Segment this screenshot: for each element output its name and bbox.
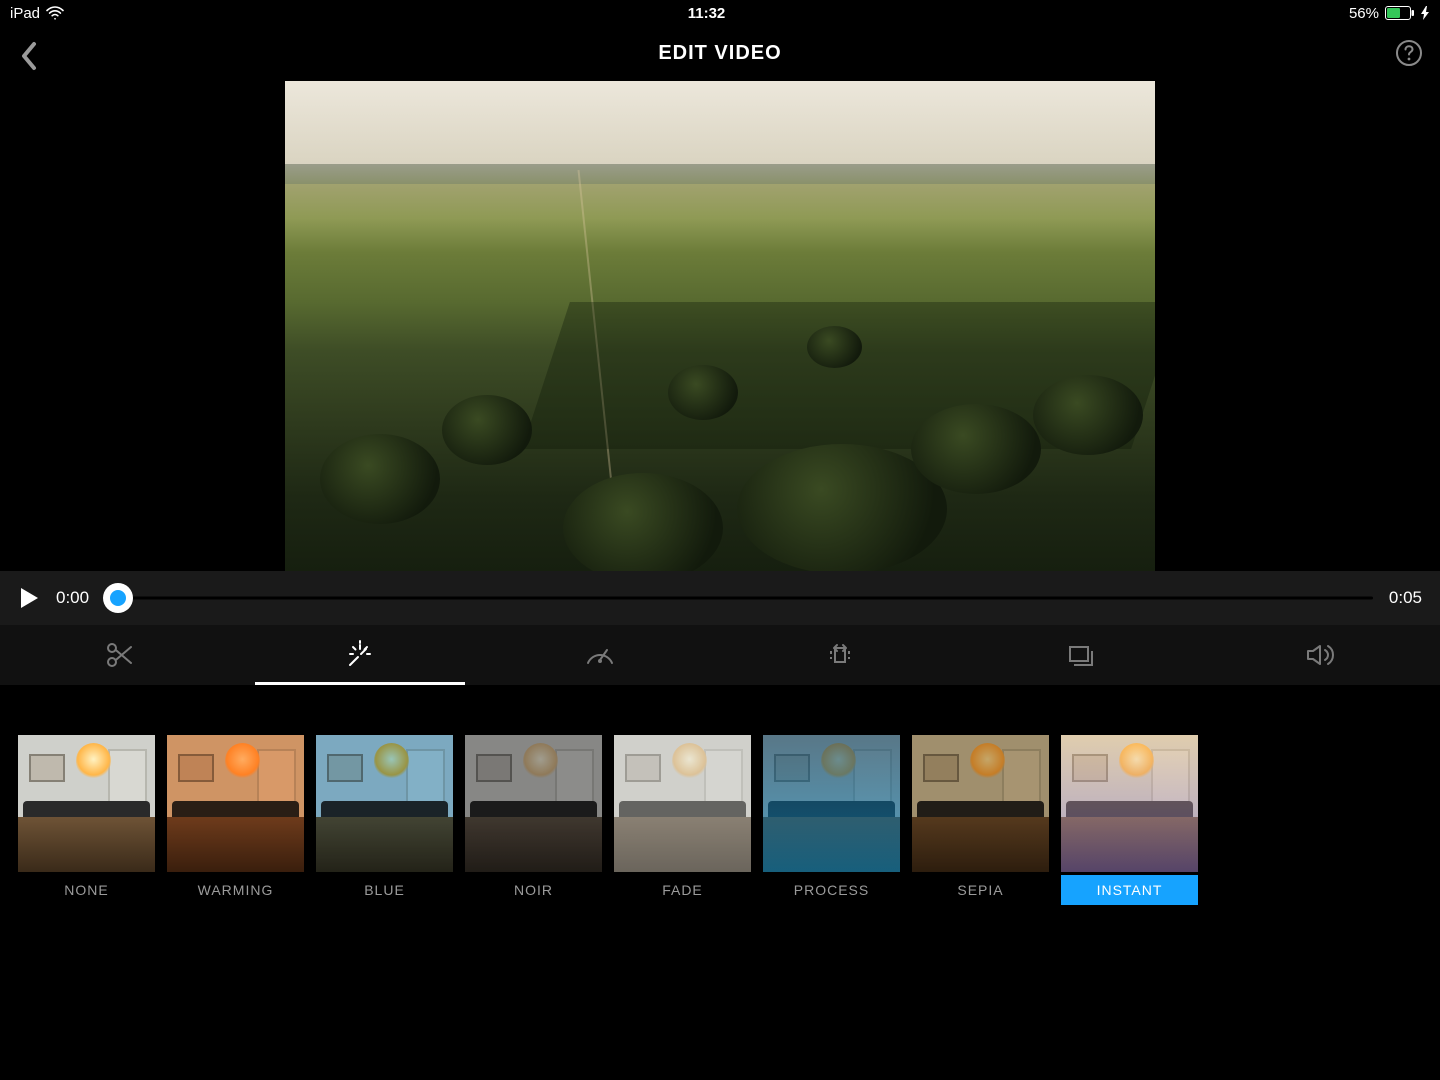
filter-label: SEPIA xyxy=(912,875,1049,905)
scrubber-thumb[interactable] xyxy=(103,583,133,613)
filter-label: PROCESS xyxy=(763,875,900,905)
filter-none[interactable]: NONE xyxy=(18,735,155,905)
filter-sepia[interactable]: SEPIA xyxy=(912,735,1049,905)
filter-label: FADE xyxy=(614,875,751,905)
filter-thumb xyxy=(614,735,751,872)
filter-blue[interactable]: BLUE xyxy=(316,735,453,905)
filter-thumb xyxy=(167,735,304,872)
filter-label: NOIR xyxy=(465,875,602,905)
tool-trim[interactable] xyxy=(0,625,240,685)
scrubber-track[interactable] xyxy=(105,589,1373,607)
filter-noir[interactable]: NOIR xyxy=(465,735,602,905)
clock: 11:32 xyxy=(688,5,726,22)
back-button[interactable] xyxy=(14,36,44,76)
filters-panel: NONE WARMING BLUE NOIR FADE PROCESS SEPIA INSTA… xyxy=(0,685,1440,1080)
video-preview-area xyxy=(0,81,1440,571)
time-current: 0:00 xyxy=(56,588,89,608)
tool-filters[interactable] xyxy=(240,625,480,685)
filter-warming[interactable]: WARMING xyxy=(167,735,304,905)
nav-header: EDIT VIDEO xyxy=(0,26,1440,81)
page-title: EDIT VIDEO xyxy=(658,42,781,65)
tool-rotate[interactable] xyxy=(720,625,960,685)
filter-label: BLUE xyxy=(316,875,453,905)
filter-thumb xyxy=(912,735,1049,872)
filter-thumb xyxy=(18,735,155,872)
filter-label: INSTANT xyxy=(1061,875,1198,905)
tool-tabs xyxy=(0,625,1440,685)
filter-thumb xyxy=(1061,735,1198,872)
help-button[interactable] xyxy=(1392,36,1426,70)
status-right: 56% xyxy=(1349,5,1430,22)
filter-thumb xyxy=(465,735,602,872)
device-label: iPad xyxy=(10,5,40,22)
tool-speed[interactable] xyxy=(480,625,720,685)
status-left: iPad xyxy=(10,5,64,22)
tool-volume[interactable] xyxy=(1200,625,1440,685)
playback-bar: 0:00 0:05 xyxy=(0,571,1440,625)
filter-fade[interactable]: FADE xyxy=(614,735,751,905)
filter-instant[interactable]: INSTANT xyxy=(1061,735,1198,905)
filter-thumb xyxy=(316,735,453,872)
wifi-icon xyxy=(46,6,64,20)
tool-frame[interactable] xyxy=(960,625,1200,685)
status-bar: iPad 11:32 56% xyxy=(0,0,1440,26)
filter-thumb xyxy=(763,735,900,872)
filters-row: NONE WARMING BLUE NOIR FADE PROCESS SEPIA INSTA… xyxy=(18,735,1422,905)
filter-label: NONE xyxy=(18,875,155,905)
filter-label: WARMING xyxy=(167,875,304,905)
charging-icon xyxy=(1421,6,1430,20)
time-duration: 0:05 xyxy=(1389,588,1422,608)
video-preview[interactable] xyxy=(285,81,1155,571)
filter-process[interactable]: PROCESS xyxy=(763,735,900,905)
battery-icon xyxy=(1385,6,1415,20)
battery-pct: 56% xyxy=(1349,5,1379,22)
play-button[interactable] xyxy=(18,587,40,609)
